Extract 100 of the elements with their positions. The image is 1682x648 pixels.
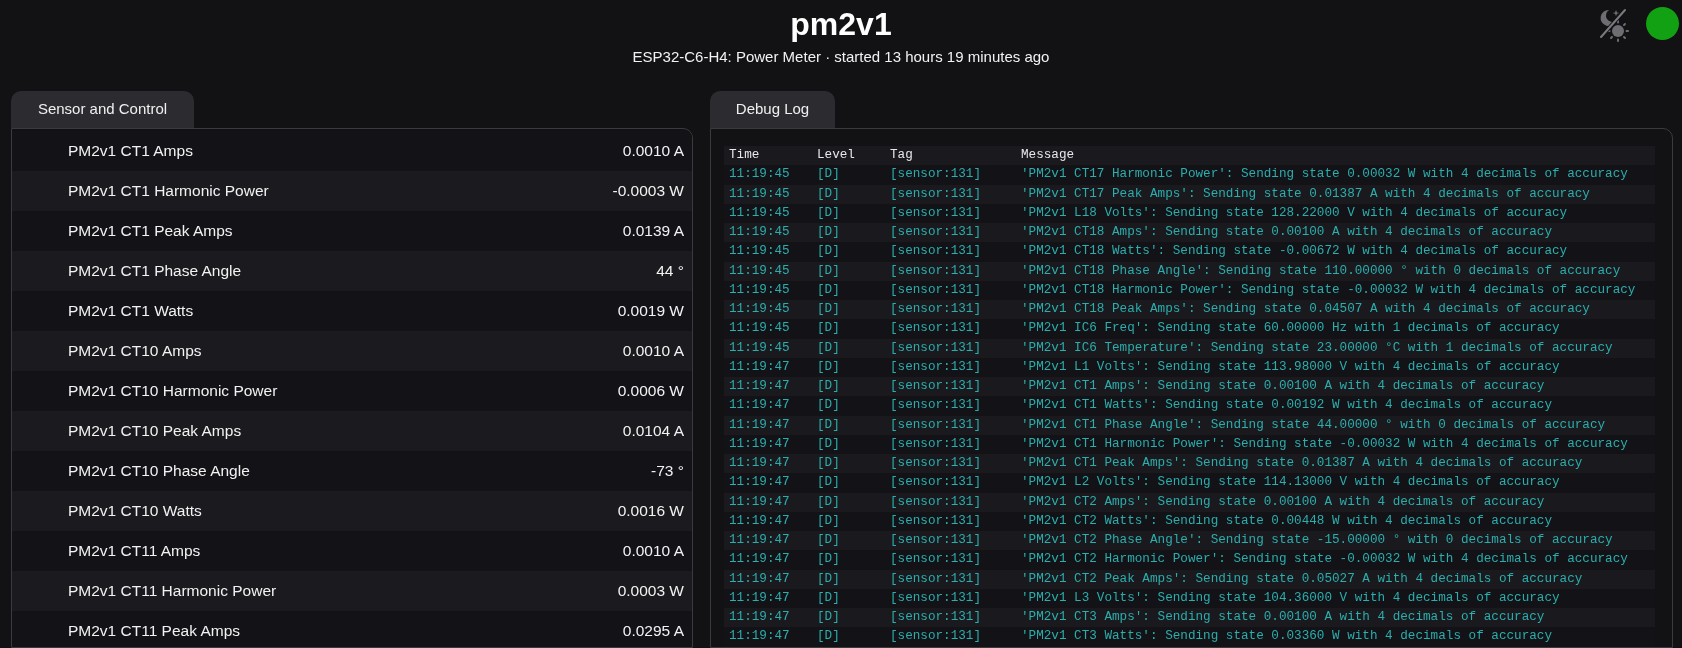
- log-tag: [sensor:131]: [885, 261, 1016, 281]
- log-time: 11:19:47: [728, 511, 791, 530]
- log-level: [D]: [816, 184, 841, 203]
- log-message: 'PM2v1 CT18 Watts': Sending state -0.00672 W with 4 decimals of accuracy: [1020, 242, 1569, 261]
- log-message: 'PM2v1 CT1 Peak Amps': Sending state 0.01387 A with 4 decimals of accuracy: [1020, 454, 1584, 473]
- log-time: 11:19:47: [728, 550, 791, 569]
- log-level: [D]: [816, 531, 841, 550]
- log-message: 'PM2v1 CT1 Watts': Sending state 0.00192 W with 4 decimals of accuracy: [1020, 396, 1553, 415]
- log-message: 'PM2v1 CT18 Harmonic Power': Sending state -0.00032 W with 4 decimals of accuracy: [1020, 280, 1637, 299]
- log-message: 'PM2v1 L1 Volts': Sending state 113.98000 V with 4 decimals of accuracy: [1020, 357, 1561, 376]
- log-time: 11:19:47: [728, 434, 791, 453]
- sensor-name: PM2v1 CT10 Watts: [68, 501, 202, 522]
- log-message: 'PM2v1 CT17 Peak Amps': Sending state 0.01387 A with 4 decimals of accuracy: [1020, 184, 1591, 203]
- log-time: 11:19:45: [728, 319, 791, 338]
- log-level: [D]: [816, 203, 841, 222]
- log-time: 11:19:45: [728, 203, 791, 222]
- sensor-value: 0.0010 A: [622, 541, 684, 562]
- column-header: Time: [728, 146, 761, 165]
- log-level: [D]: [816, 627, 841, 646]
- log-message: 'PM2v1 CT18 Amps': Sending state 0.00100 A with 4 decimals of accuracy: [1020, 223, 1553, 242]
- device-subtitle: ESP32-C6-H4: Power Meter · started 13 hours 19 minutes ago: [632, 47, 1050, 67]
- log-tag: [sensor:131]: [885, 511, 1016, 531]
- log-level: [D]: [816, 608, 841, 627]
- log-level: [D]: [816, 261, 841, 280]
- log-message: 'PM2v1 CT18 Phase Angle': Sending state 110.00000 ° with 0 decimals of accuracy: [1020, 261, 1622, 280]
- log-time: 11:19:45: [728, 261, 791, 280]
- log-time: 11:19:45: [728, 184, 791, 203]
- log-tag: [sensor:131]: [885, 319, 1016, 339]
- log-message: 'PM2v1 IC6 Temperature': Sending state 23.00000 °C with 1 decimals of accuracy: [1020, 338, 1614, 357]
- log-time: 11:19:45: [728, 242, 791, 261]
- sensor-value: 0.0006 W: [617, 381, 684, 402]
- log-time: 11:19:45: [728, 338, 791, 357]
- log-tag: [sensor:131]: [885, 165, 1016, 185]
- sensor-value: 0.0019 W: [617, 301, 684, 322]
- log-time: 11:19:47: [728, 608, 791, 627]
- log-level: [D]: [816, 454, 841, 473]
- log-message: 'PM2v1 CT2 Amps': Sending state 0.00100 A with 4 decimals of accuracy: [1020, 492, 1546, 511]
- panel-title: Sensor and Control: [11, 91, 194, 128]
- log-message: 'PM2v1 L2 Volts': Sending state 114.13000 V with 4 decimals of accuracy: [1020, 473, 1561, 492]
- log-tag: [sensor:131]: [885, 357, 1016, 377]
- log-tag: [sensor:131]: [885, 415, 1016, 435]
- log-tag: [sensor:131]: [885, 300, 1016, 320]
- log-time: 11:19:47: [728, 377, 791, 396]
- log-level: [D]: [816, 473, 841, 492]
- log-time: 11:19:47: [728, 492, 791, 511]
- log-time: 11:19:47: [728, 627, 791, 646]
- log-time: 11:19:47: [728, 569, 791, 588]
- sensor-value: 44 °: [656, 261, 684, 282]
- sensor-name: PM2v1 CT10 Amps: [68, 341, 202, 362]
- log-tag: [sensor:131]: [885, 588, 1016, 608]
- column-header: Level: [816, 146, 856, 165]
- log-time: 11:19:47: [728, 531, 791, 550]
- log-time: 11:19:47: [728, 588, 791, 607]
- log-tag: [sensor:131]: [885, 569, 1016, 589]
- log-message: 'PM2v1 CT2 Watts': Sending state 0.00448 W with 4 decimals of accuracy: [1020, 511, 1553, 530]
- sensor-value: 0.0295 A: [622, 621, 684, 642]
- sensor-value: 0.0010 A: [622, 141, 684, 162]
- log-tag: [sensor:131]: [885, 242, 1016, 262]
- sensor-name: PM2v1 CT11 Harmonic Power: [68, 581, 277, 602]
- log-tag: [sensor:131]: [885, 203, 1016, 223]
- sensor-value: 0.0104 A: [622, 421, 684, 442]
- log-tag: [sensor:131]: [885, 184, 1016, 204]
- log-message: 'PM2v1 CT1 Amps': Sending state 0.00100 A with 4 decimals of accuracy: [1020, 377, 1546, 396]
- device-title: pm2v1: [790, 5, 892, 44]
- log-tag: [sensor:131]: [885, 434, 1016, 454]
- log-tag: [sensor:131]: [885, 492, 1016, 512]
- log-tag: [sensor:131]: [885, 280, 1016, 300]
- log-message: 'PM2v1 L3 Volts': Sending state 104.36000 V with 4 decimals of accuracy: [1020, 588, 1561, 607]
- sensor-name: PM2v1 CT11 Amps: [68, 541, 201, 562]
- sensor-value: 0.0139 A: [622, 221, 684, 242]
- sensor-name: PM2v1 CT1 Watts: [68, 301, 194, 322]
- sensor-name: PM2v1 CT1 Harmonic Power: [68, 181, 269, 202]
- sensor-name: PM2v1 CT10 Phase Angle: [68, 461, 250, 482]
- sensor-name: PM2v1 CT1 Peak Amps: [68, 221, 233, 242]
- log-tag: [sensor:131]: [885, 550, 1016, 570]
- sensor-value: 0.0016 W: [617, 501, 684, 522]
- log-level: [D]: [816, 319, 841, 338]
- sensor-value: -0.0003 W: [612, 181, 684, 202]
- log-message: 'PM2v1 CT1 Harmonic Power': Sending state -0.00032 W with 4 decimals of accuracy: [1020, 434, 1629, 453]
- log-level: [D]: [816, 242, 841, 261]
- log-message: 'PM2v1 CT2 Phase Angle': Sending state -15.00000 ° with 0 decimals of accuracy: [1020, 531, 1614, 550]
- log-level: [D]: [816, 165, 841, 184]
- sensor-value: 0.0003 W: [617, 581, 684, 602]
- log-tag: [sensor:131]: [885, 338, 1016, 358]
- log-time: 11:19:47: [728, 357, 791, 376]
- log-level: [D]: [816, 377, 841, 396]
- log-message: 'PM2v1 CT3 Watts': Sending state 0.03360 W with 4 decimals of accuracy: [1020, 627, 1553, 646]
- log-message: 'PM2v1 CT3 Amps': Sending state 0.00100 A with 4 decimals of accuracy: [1020, 608, 1546, 627]
- log-tag: [sensor:131]: [885, 396, 1016, 416]
- column-header: Tag: [889, 146, 914, 165]
- log-level: [D]: [816, 511, 841, 530]
- log-message: 'PM2v1 L18 Volts': Sending state 128.22000 V with 4 decimals of accuracy: [1020, 203, 1569, 222]
- log-tag: [sensor:131]: [885, 223, 1016, 243]
- sensor-name: PM2v1 CT10 Harmonic Power: [68, 381, 278, 402]
- log-message: 'PM2v1 CT2 Harmonic Power': Sending state -0.00032 W with 4 decimals of accuracy: [1020, 550, 1629, 569]
- log-level: [D]: [816, 300, 841, 319]
- sensor-name: PM2v1 CT1 Phase Angle: [68, 261, 242, 282]
- log-time: 11:19:45: [728, 280, 791, 299]
- log-tag: [sensor:131]: [885, 377, 1016, 397]
- log-level: [D]: [816, 415, 841, 434]
